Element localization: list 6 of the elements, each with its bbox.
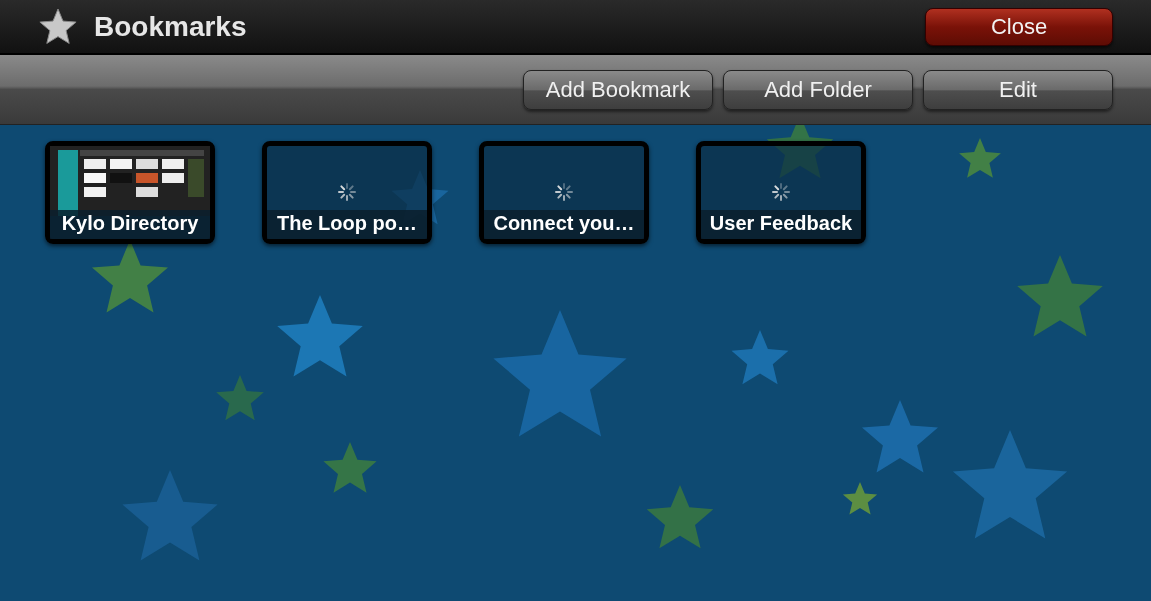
toolbar-button[interactable]: Add Folder bbox=[723, 69, 913, 110]
star-icon bbox=[38, 6, 78, 47]
toolbar-button[interactable]: Edit bbox=[923, 69, 1113, 110]
close-button[interactable]: Close bbox=[925, 7, 1113, 46]
window-title: Bookmarks bbox=[94, 10, 248, 43]
toolbar-button[interactable]: Add Bookmark bbox=[523, 69, 713, 110]
